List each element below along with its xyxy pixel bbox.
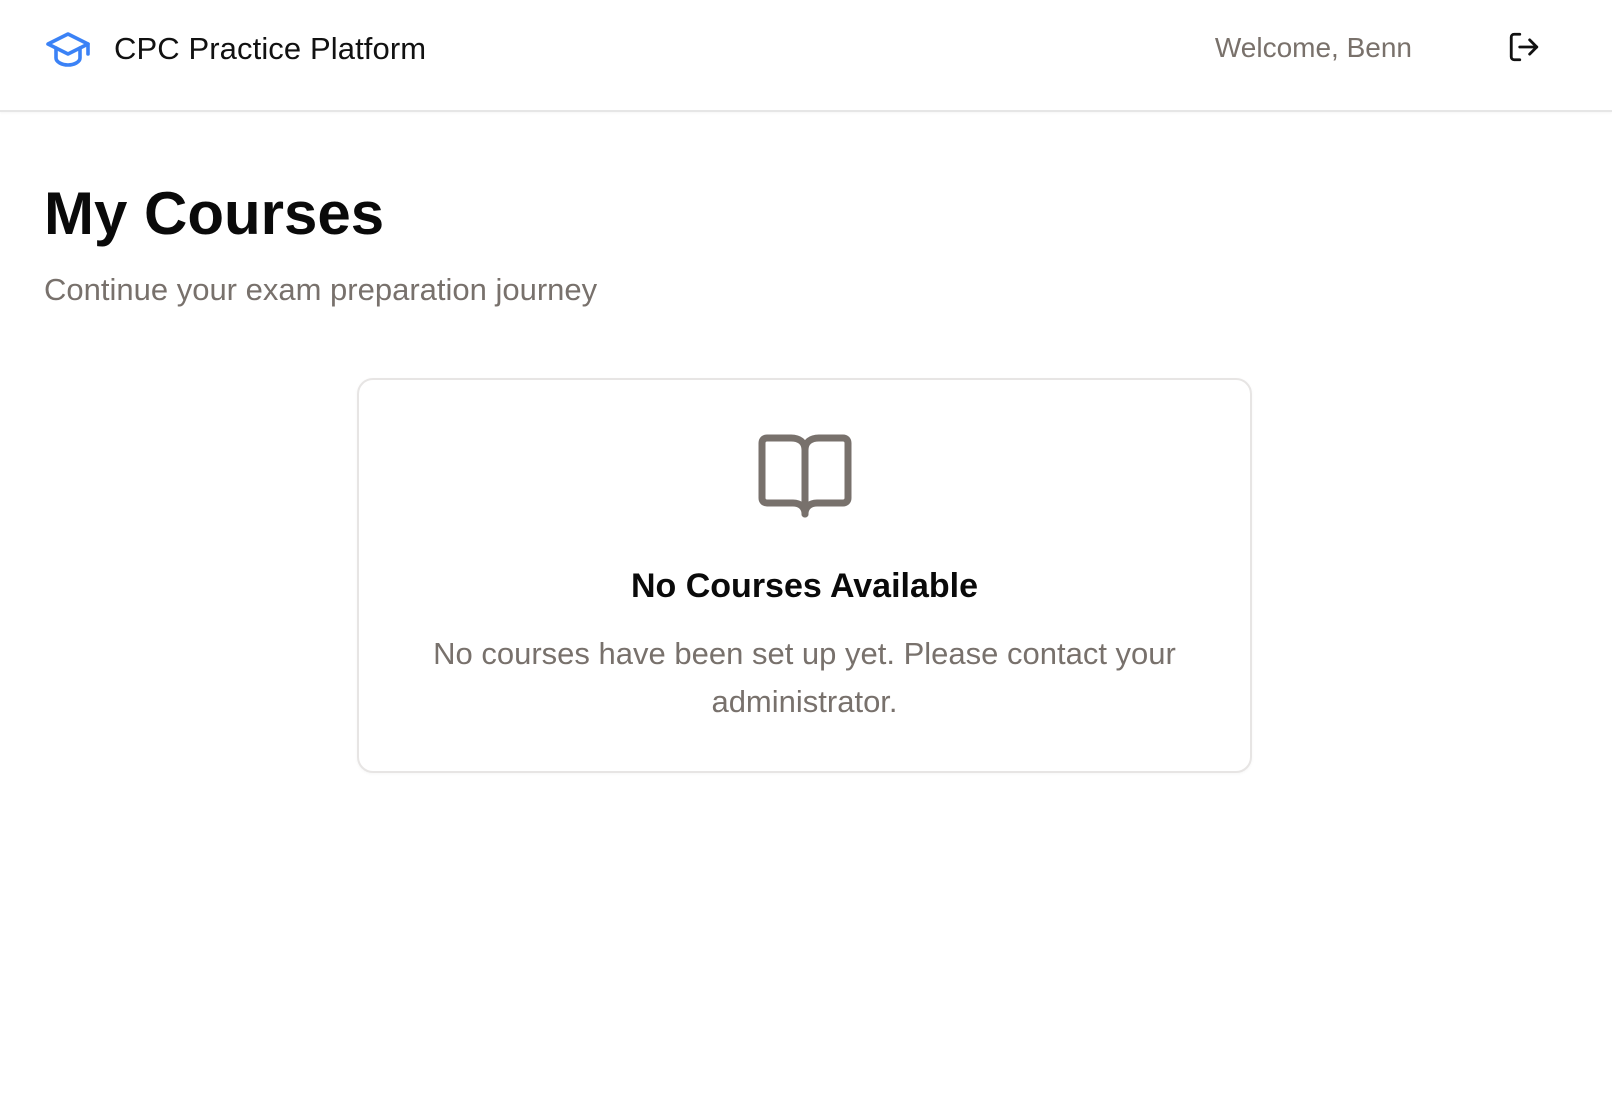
welcome-text: Welcome, Benn (1214, 32, 1412, 63)
brand-title: CPC Practice Platform (114, 31, 427, 66)
page-subtitle: Continue your exam preparation journey (44, 272, 598, 307)
brand[interactable]: CPC Practice Platform (44, 28, 426, 70)
page-title: My Courses (44, 180, 385, 247)
empty-state-message: No courses have been set up yet. Please … (433, 636, 1176, 719)
empty-state-title: No Courses Available (630, 567, 979, 605)
book-open-icon (755, 432, 855, 522)
top-header: CPC Practice Platform Welcome, Benn (0, 0, 1612, 112)
logout-button[interactable] (1500, 28, 1548, 70)
graduation-cap-icon (44, 28, 92, 70)
log-out-icon (1507, 30, 1541, 69)
empty-state-card: No Courses Available No courses have bee… (357, 378, 1252, 773)
